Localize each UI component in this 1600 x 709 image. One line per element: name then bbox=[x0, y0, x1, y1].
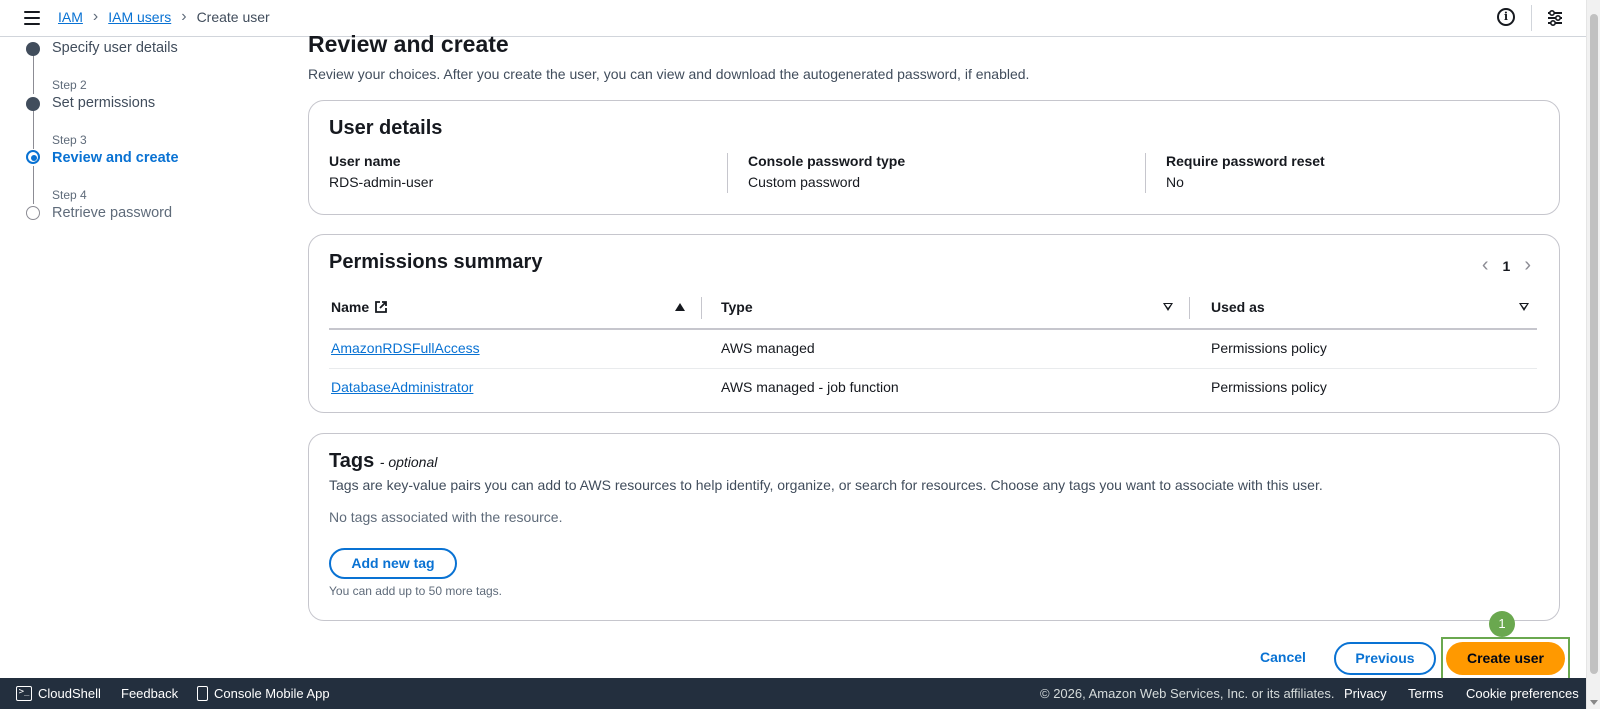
tags-card: Tags - optional Tags are key-value pairs… bbox=[308, 433, 1560, 621]
page-title: Review and create bbox=[308, 31, 509, 57]
table-row-1-name: AmazonRDSFullAccess bbox=[331, 340, 480, 356]
require-password-reset-field: Require password reset No bbox=[1145, 153, 1325, 193]
table-row-2-type: AWS managed - job function bbox=[721, 379, 899, 395]
column-header-type[interactable]: Type bbox=[721, 299, 753, 315]
require-password-reset-key: Require password reset bbox=[1166, 153, 1325, 169]
filter-caret-icon[interactable] bbox=[1163, 303, 1173, 311]
tags-title: Tags - optional bbox=[329, 450, 437, 473]
settings-icon[interactable] bbox=[1546, 9, 1564, 27]
step-4-number: Step 4 bbox=[52, 188, 87, 202]
table-row-2-name: DatabaseAdministrator bbox=[331, 379, 473, 395]
top-navigation-bar: IAM › IAM users › Create user i bbox=[0, 0, 1586, 37]
step-2-number: Step 2 bbox=[52, 78, 87, 92]
step-connector bbox=[33, 166, 34, 204]
console-password-type-value: Custom password bbox=[748, 174, 861, 190]
page-number[interactable]: 1 bbox=[1503, 258, 1511, 274]
column-separator bbox=[1189, 297, 1190, 319]
info-icon[interactable]: i bbox=[1497, 8, 1515, 26]
mobile-app-icon bbox=[197, 686, 208, 701]
table-row-2-used-as: Permissions policy bbox=[1211, 379, 1327, 395]
cloudshell-button[interactable]: >_ CloudShell bbox=[16, 686, 101, 701]
column-header-name[interactable]: Name bbox=[331, 299, 388, 315]
permissions-summary-title: Permissions summary bbox=[329, 251, 543, 273]
require-password-reset-value: No bbox=[1166, 174, 1184, 190]
step-2-link[interactable]: Set permissions bbox=[52, 95, 155, 111]
user-name-key: User name bbox=[329, 153, 401, 169]
scrollbar-thumb[interactable] bbox=[1590, 14, 1598, 674]
menu-icon[interactable] bbox=[24, 11, 40, 25]
column-header-used-as[interactable]: Used as bbox=[1211, 299, 1265, 315]
sort-ascending-icon[interactable] bbox=[675, 303, 685, 311]
step-4-label: Retrieve password bbox=[52, 205, 173, 221]
cloudshell-label: CloudShell bbox=[38, 686, 101, 701]
permissions-summary-card: Permissions summary ‹ 1 › Name Type Used… bbox=[308, 234, 1560, 413]
user-name-value: RDS-admin-user bbox=[329, 174, 434, 190]
column-separator bbox=[701, 297, 702, 319]
step-complete-icon bbox=[26, 42, 40, 56]
previous-button[interactable]: Previous bbox=[1334, 642, 1436, 675]
chevron-right-icon: › bbox=[92, 8, 99, 25]
table-row-1-type: AWS managed bbox=[721, 340, 815, 356]
external-link-icon bbox=[375, 301, 388, 313]
console-password-type-field: Console password type Custom password bbox=[727, 153, 905, 193]
chevron-right-icon[interactable]: › bbox=[1524, 254, 1531, 277]
page-scrollbar[interactable] bbox=[1586, 0, 1600, 709]
create-user-button[interactable]: Create user bbox=[1446, 642, 1565, 675]
chevron-left-icon[interactable]: ‹ bbox=[1482, 254, 1489, 277]
feedback-link[interactable]: Feedback bbox=[121, 686, 178, 701]
step-3-label: Review and create bbox=[52, 150, 179, 166]
privacy-link[interactable]: Privacy bbox=[1344, 686, 1387, 701]
step-complete-icon bbox=[26, 97, 40, 111]
user-name-field: User name RDS-admin-user bbox=[329, 153, 433, 193]
breadcrumb-iam-users-link[interactable]: IAM users bbox=[108, 9, 171, 25]
page-description: Review your choices. After you create th… bbox=[308, 66, 1030, 82]
table-row-1-used-as: Permissions policy bbox=[1211, 340, 1327, 356]
row-divider bbox=[329, 368, 1537, 369]
add-new-tag-button[interactable]: Add new tag bbox=[329, 548, 457, 579]
pagination: ‹ 1 › bbox=[1482, 254, 1531, 277]
policy-link-amazonrdsfullaccess[interactable]: AmazonRDSFullAccess bbox=[331, 340, 480, 356]
column-header-name-label: Name bbox=[331, 299, 370, 315]
cloudshell-icon: >_ bbox=[16, 686, 32, 701]
breadcrumb: IAM › IAM users › Create user bbox=[58, 8, 270, 26]
cancel-button[interactable]: Cancel bbox=[1260, 649, 1306, 665]
step-pending-icon bbox=[26, 206, 40, 220]
copyright-text: © 2026, Amazon Web Services, Inc. or its… bbox=[1040, 686, 1335, 701]
user-details-card: User details User name RDS-admin-user Co… bbox=[308, 100, 1560, 215]
console-footer: >_ CloudShell Feedback Console Mobile Ap… bbox=[0, 678, 1586, 709]
console-mobile-app-label: Console Mobile App bbox=[214, 686, 330, 701]
tags-hint: You can add up to 50 more tags. bbox=[329, 584, 503, 598]
step-current-icon bbox=[26, 150, 40, 164]
step-marker-badge: 1 bbox=[1489, 611, 1515, 637]
breadcrumb-current: Create user bbox=[196, 9, 270, 25]
policy-link-databaseadministrator[interactable]: DatabaseAdministrator bbox=[331, 379, 473, 395]
divider bbox=[1531, 5, 1532, 31]
tags-title-text: Tags bbox=[329, 450, 375, 472]
user-details-title: User details bbox=[329, 117, 443, 139]
filter-caret-icon[interactable] bbox=[1519, 303, 1529, 311]
cookie-preferences-link[interactable]: Cookie preferences bbox=[1466, 686, 1579, 701]
scroll-down-icon[interactable] bbox=[1590, 700, 1598, 705]
tags-description: Tags are key-value pairs you can add to … bbox=[329, 477, 1323, 493]
terms-link[interactable]: Terms bbox=[1408, 686, 1443, 701]
console-mobile-app-link[interactable]: Console Mobile App bbox=[197, 686, 330, 701]
console-password-type-key: Console password type bbox=[748, 153, 906, 169]
step-3-number: Step 3 bbox=[52, 133, 87, 147]
breadcrumb-iam-link[interactable]: IAM bbox=[58, 9, 83, 25]
table-header-divider bbox=[329, 328, 1537, 330]
chevron-right-icon: › bbox=[181, 8, 187, 25]
step-1-link[interactable]: Specify user details bbox=[52, 40, 178, 56]
tags-empty-message: No tags associated with the resource. bbox=[329, 509, 563, 525]
tags-optional-label: - optional bbox=[379, 454, 438, 470]
